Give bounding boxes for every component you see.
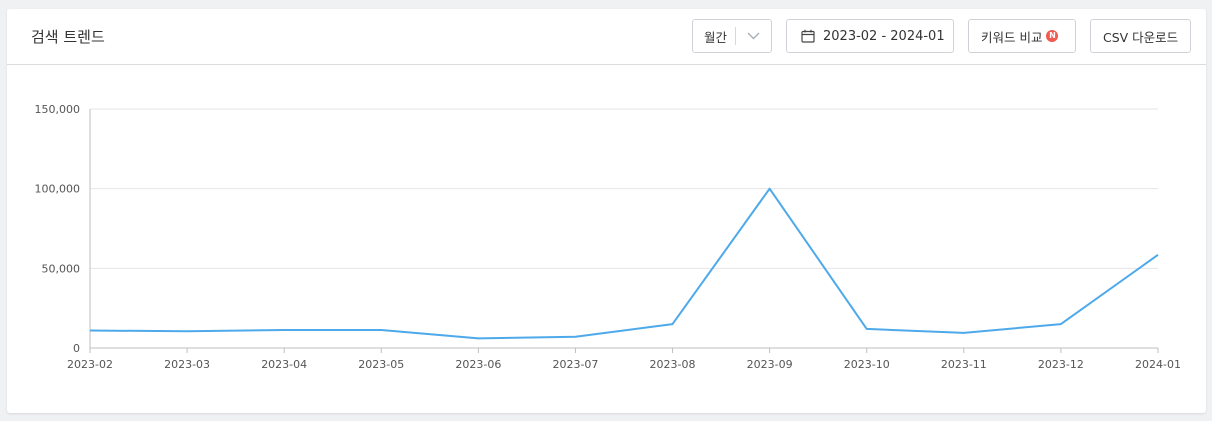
x-tick-label: 2024-01 <box>1135 358 1181 371</box>
x-tick-label: 2023-11 <box>941 358 987 371</box>
y-tick-label: 100,000 <box>35 183 81 196</box>
y-tick-label: 50,000 <box>42 262 81 275</box>
x-tick-label: 2023-07 <box>552 358 598 371</box>
x-tick-label: 2023-12 <box>1038 358 1084 371</box>
x-tick-label: 2023-05 <box>358 358 404 371</box>
x-tick-label: 2023-10 <box>844 358 890 371</box>
x-tick-label: 2023-06 <box>455 358 501 371</box>
search-trend-line-chart: 0 50,000 100,000 150,000 2023-02 2023-03 2023-… <box>35 103 1181 371</box>
x-tick-label: 2023-04 <box>261 358 307 371</box>
series-line <box>89 187 1159 340</box>
search-trend-panel: 검색 트렌드 월간 2023-02 - 2024-01 키워드 비교 N CSV… <box>7 9 1206 413</box>
x-tick-label: 2023-09 <box>747 358 793 371</box>
y-tick-label: 150,000 <box>35 103 81 116</box>
x-tick-label: 2023-03 <box>164 358 210 371</box>
y-tick-label: 0 <box>73 342 80 355</box>
x-tick-label: 2023-02 <box>67 358 113 371</box>
x-tick-label: 2023-08 <box>650 358 696 371</box>
